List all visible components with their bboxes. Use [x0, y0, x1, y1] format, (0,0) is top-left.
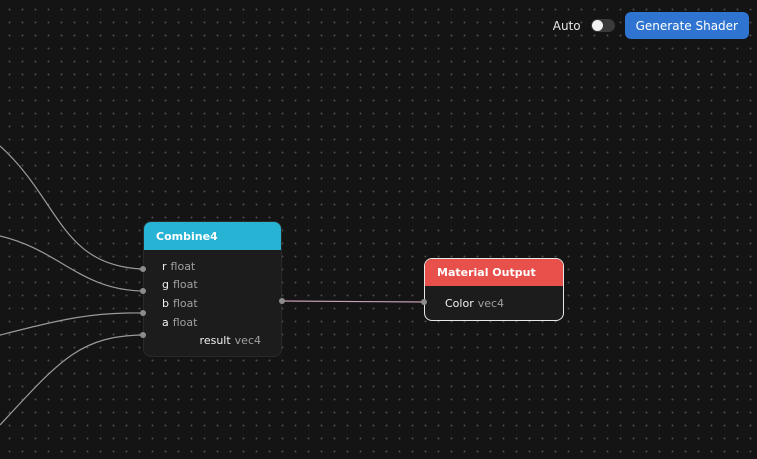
port-name: b	[162, 297, 169, 310]
combine4-title: Combine4	[156, 229, 218, 243]
material-output-node[interactable]: Material Output Color vec4	[424, 258, 564, 321]
input-socket-color[interactable]	[421, 299, 427, 305]
auto-label: Auto	[552, 18, 581, 33]
wire-to-a	[0, 334, 144, 426]
port-name: Color	[445, 297, 474, 310]
port-type: float	[172, 278, 198, 291]
combine4-header[interactable]: Combine4	[144, 222, 281, 250]
input-port-r: r float	[162, 260, 195, 273]
combine4-node[interactable]: Combine4 r float g float b float a float res…	[143, 221, 282, 357]
input-port-b: b float	[162, 297, 198, 310]
port-name: r	[162, 260, 167, 273]
port-type: vec4	[477, 297, 505, 310]
port-type: float	[172, 297, 198, 310]
wire-to-b	[0, 312, 144, 336]
port-name: a	[162, 316, 169, 329]
wire-result-to-color	[281, 300, 426, 303]
port-type: vec4	[234, 334, 261, 347]
toolbar: Auto Generate Shader	[553, 12, 749, 39]
port-name: result	[199, 334, 231, 347]
toggle-knob	[591, 20, 603, 31]
port-type: float	[172, 316, 198, 329]
input-port-color: Color vec4	[445, 297, 504, 310]
input-socket-b[interactable]	[140, 310, 146, 316]
node-graph-canvas[interactable]: Auto Generate Shader Combine4 r float g fl…	[0, 0, 757, 459]
output-port-result: result vec4	[200, 334, 261, 347]
material-output-title: Material Output	[437, 266, 536, 279]
auto-toggle[interactable]	[590, 19, 615, 32]
input-socket-g[interactable]	[140, 288, 146, 294]
material-output-header[interactable]: Material Output	[425, 259, 563, 286]
input-port-a: a float	[162, 316, 197, 329]
connection-wires	[0, 145, 426, 426]
generate-shader-button[interactable]: Generate Shader	[624, 12, 749, 39]
output-socket-result[interactable]	[279, 298, 285, 304]
wire-to-r	[0, 145, 144, 270]
input-socket-a[interactable]	[140, 332, 146, 338]
port-type: float	[170, 260, 196, 273]
input-socket-r[interactable]	[140, 266, 146, 272]
port-name: g	[162, 278, 169, 291]
wire-to-g	[0, 235, 144, 292]
input-port-g: g float	[162, 278, 198, 291]
